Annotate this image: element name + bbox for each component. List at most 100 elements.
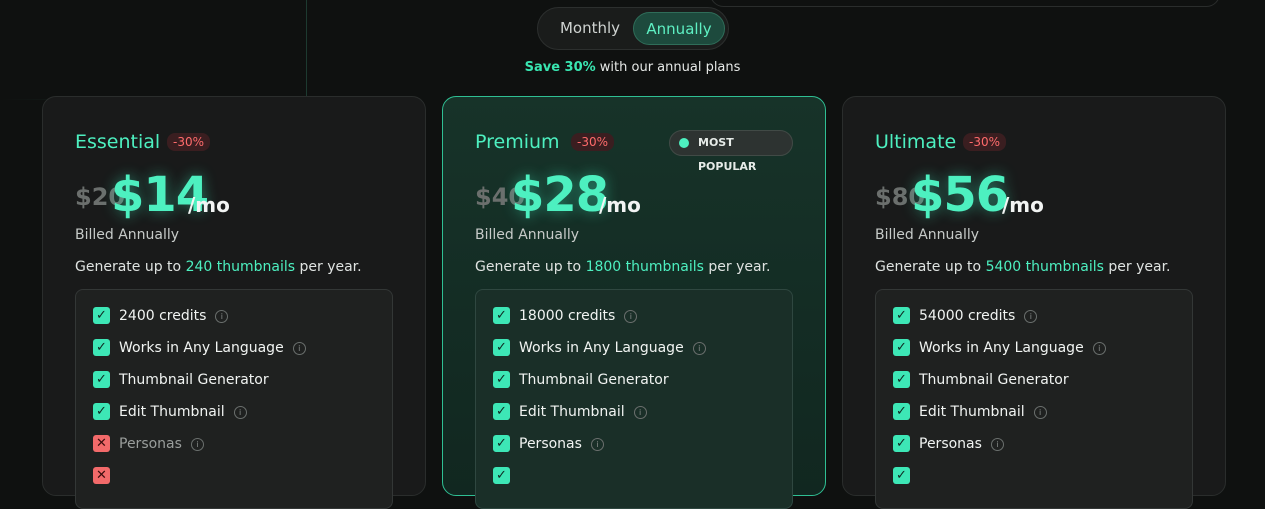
price-period: /mo <box>599 193 641 217</box>
feature-item: ✓ Thumbnail Generator <box>893 370 1183 390</box>
feature-list: ✓ 54000 credits i ✓ Works in Any Language i … <box>875 289 1193 509</box>
price-period: /mo <box>1002 193 1044 217</box>
check-icon: ✓ <box>93 307 110 324</box>
background-line <box>306 0 307 100</box>
generate-suffix: per year. <box>1103 259 1171 275</box>
feature-label: Works in Any Language i <box>919 338 1106 358</box>
feature-label: Thumbnail Generator <box>119 372 269 388</box>
feature-item: ✓ Edit Thumbnail i <box>893 402 1183 422</box>
feature-item: ✓ 18000 credits i <box>493 306 783 326</box>
feature-label: Personas i <box>519 434 604 454</box>
most-popular-badge: MOST POPULAR <box>669 130 793 173</box>
feature-label: Edit Thumbnail i <box>119 402 247 422</box>
info-icon[interactable]: i <box>590 438 604 451</box>
feature-label: Thumbnail Generator <box>519 372 669 388</box>
generate-suffix: per year. <box>295 259 362 275</box>
feature-item: ✓ Thumbnail Generator <box>93 370 383 390</box>
generate-summary: Generate up to 5400 thumbnails per year. <box>875 259 1171 275</box>
feature-label: Works in Any Language i <box>519 338 706 358</box>
save-percent: Save 30% <box>524 60 596 75</box>
feature-item: ✓ <box>893 466 1183 486</box>
info-icon[interactable]: i <box>692 342 706 355</box>
feature-label: Thumbnail Generator <box>919 372 1069 388</box>
check-icon: ✓ <box>93 371 110 388</box>
check-icon: ✓ <box>493 307 510 324</box>
feature-item: ✓ <box>493 466 783 486</box>
feature-item: ✓ Personas i <box>893 434 1183 454</box>
feature-label: Edit Thumbnail i <box>919 402 1047 422</box>
plan-card-ultimate: Ultimate -30% $80 $56 /mo Billed Annuall… <box>842 96 1226 509</box>
info-icon[interactable]: i <box>215 310 229 323</box>
feature-label: Works in Any Language i <box>119 338 306 358</box>
feature-item: ✓ Edit Thumbnail i <box>493 402 783 422</box>
info-icon[interactable]: i <box>624 310 638 323</box>
check-icon: ✓ <box>493 435 510 452</box>
annually-option[interactable]: Annually <box>633 12 725 45</box>
feature-item: ✕ Personas i <box>93 434 383 454</box>
info-icon[interactable]: i <box>990 438 1004 451</box>
billing-cycle: Billed Annually <box>875 227 980 243</box>
feature-label: 54000 credits i <box>919 306 1038 326</box>
discount-badge: -30% <box>167 133 211 151</box>
feature-label: Personas i <box>919 434 1004 454</box>
price: $28 <box>511 167 609 223</box>
feature-item: ✓ Works in Any Language i <box>493 338 783 358</box>
feature-item: ✓ Thumbnail Generator <box>493 370 783 390</box>
billing-cycle: Billed Annually <box>75 227 180 243</box>
badge-label: MOST POPULAR <box>698 136 757 173</box>
feature-item: ✓ 54000 credits i <box>893 306 1183 326</box>
feature-label: Personas i <box>119 434 204 454</box>
info-icon[interactable]: i <box>1033 406 1047 419</box>
info-icon[interactable]: i <box>292 342 306 355</box>
feature-label: Edit Thumbnail i <box>519 402 647 422</box>
thumbnail-count: 240 thumbnails <box>185 259 296 275</box>
thumbnail-count: 5400 thumbnails <box>985 259 1104 275</box>
check-icon: ✓ <box>93 403 110 420</box>
thumbnail-count: 1800 thumbnails <box>585 259 704 275</box>
info-icon[interactable]: i <box>190 438 204 451</box>
generate-prefix: Generate up to <box>875 259 986 275</box>
save-note: Save 30% with our annual plans <box>0 60 1265 75</box>
feature-item: ✓ Personas i <box>493 434 783 454</box>
feature-label: 18000 credits i <box>519 306 638 326</box>
check-icon: ✓ <box>493 339 510 356</box>
plan-card-essential: Essential -30% $20 $14 /mo Billed Annual… <box>42 96 426 509</box>
check-icon: ✓ <box>93 339 110 356</box>
info-icon[interactable]: i <box>1024 310 1038 323</box>
check-icon: ✓ <box>893 339 910 356</box>
feature-label: 2400 credits i <box>119 306 229 326</box>
check-icon: ✓ <box>893 371 910 388</box>
top-container-edge <box>710 0 1220 7</box>
monthly-option[interactable]: Monthly <box>544 12 636 45</box>
plan-name: Essential <box>75 131 161 153</box>
feature-list: ✓ 18000 credits i ✓ Works in Any Language i … <box>475 289 793 509</box>
check-icon: ✓ <box>893 435 910 452</box>
discount-badge: -30% <box>571 133 615 151</box>
feature-list: ✓ 2400 credits i ✓ Works in Any Language i ✓… <box>75 289 393 509</box>
feature-item: ✕ <box>93 466 383 486</box>
dot-icon <box>679 138 689 148</box>
feature-item: ✓ Edit Thumbnail i <box>93 402 383 422</box>
info-icon[interactable]: i <box>233 406 247 419</box>
check-icon: ✓ <box>493 371 510 388</box>
generate-summary: Generate up to 240 thumbnails per year. <box>75 259 362 275</box>
price-period: /mo <box>188 193 230 217</box>
cross-icon: ✕ <box>93 435 110 452</box>
billing-toggle[interactable]: Monthly Annually <box>537 7 729 50</box>
check-icon: ✓ <box>493 403 510 420</box>
check-icon: ✓ <box>893 403 910 420</box>
billing-cycle: Billed Annually <box>475 227 580 243</box>
price: $56 <box>911 167 1009 223</box>
generate-prefix: Generate up to <box>475 259 586 275</box>
info-icon[interactable]: i <box>1092 342 1106 355</box>
discount-badge: -30% <box>963 133 1007 151</box>
plan-card-premium: Premium -30% MOST POPULAR $40 $28 /mo Bi… <box>442 96 826 509</box>
check-icon: ✓ <box>893 307 910 324</box>
feature-item: ✓ Works in Any Language i <box>93 338 383 358</box>
generate-summary: Generate up to 1800 thumbnails per year. <box>475 259 771 275</box>
plan-name: Ultimate <box>875 131 957 153</box>
plan-name: Premium <box>475 131 560 153</box>
info-icon[interactable]: i <box>633 406 647 419</box>
generate-suffix: per year. <box>703 259 771 275</box>
feature-item: ✓ 2400 credits i <box>93 306 383 326</box>
